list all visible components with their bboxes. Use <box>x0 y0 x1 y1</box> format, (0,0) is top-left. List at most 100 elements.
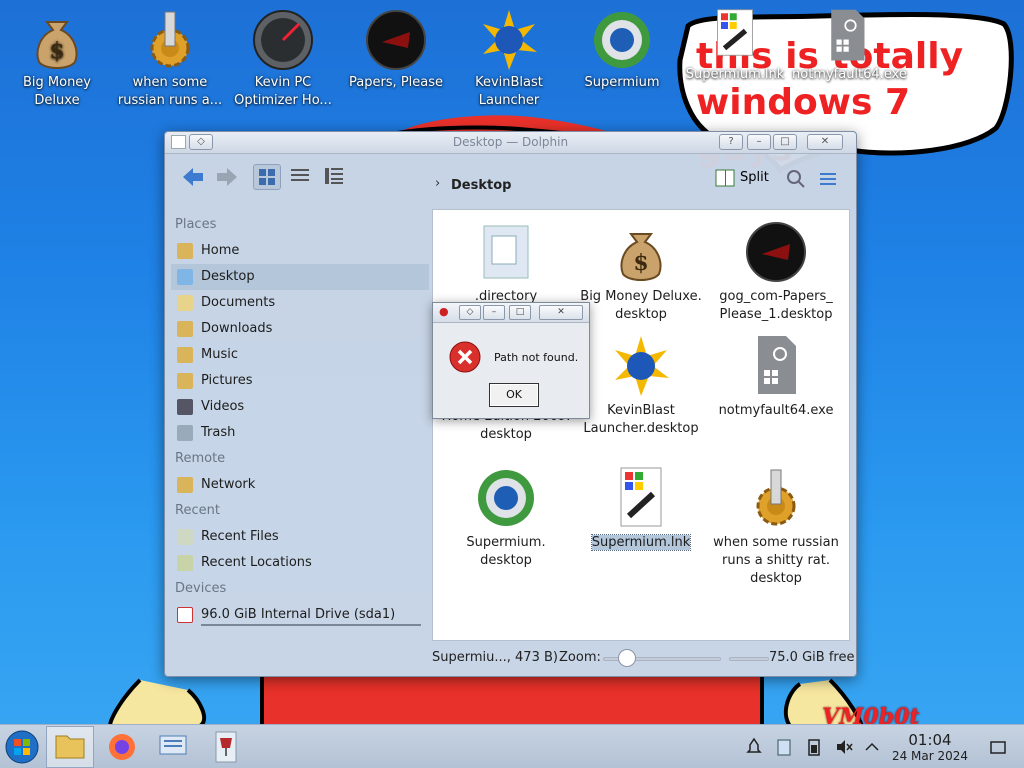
file-label: KevinBlast Launcher.desktop <box>583 403 699 436</box>
dialog-message: Path not found. <box>494 351 579 364</box>
sidebar-item-trash[interactable]: Trash <box>171 420 429 446</box>
sidebar-item-label: Home <box>201 243 240 258</box>
dialog-maximize-button[interactable]: □ <box>509 305 531 320</box>
sidebar-heading: Devices <box>175 581 227 596</box>
shortcut-icon <box>620 467 662 527</box>
forward-button[interactable] <box>213 164 241 190</box>
icons-view-button[interactable] <box>253 164 281 190</box>
desktop-icon-label: notmyfault64.exe <box>792 67 907 82</box>
sidebar-item-pictures[interactable]: Pictures <box>171 368 429 394</box>
desktop-icon-russian-rat[interactable]: when some russian runs a... <box>115 8 225 110</box>
volume-muted-icon[interactable] <box>834 737 854 757</box>
desktop-icon-supermium[interactable]: Supermium <box>567 8 677 92</box>
desktop-icon-label: Kevin PC Optimizer Ho... <box>234 75 332 108</box>
sidebar-item-documents[interactable]: Documents <box>171 290 429 316</box>
back-arrow-icon <box>183 168 203 186</box>
gear-icon <box>756 469 796 526</box>
papers-please-icon <box>746 222 806 282</box>
recent-locations-icon <box>177 555 193 571</box>
sidebar-item-desktop[interactable]: Desktop <box>171 264 429 290</box>
split-label: Split <box>740 170 769 185</box>
sidebar-item-label: Trash <box>201 425 236 440</box>
file-view[interactable]: .directory $ Big Money Deluxe. desktop g… <box>432 209 850 641</box>
forward-arrow-icon <box>217 168 237 186</box>
sidebar-item-recent-files[interactable]: Recent Files <box>171 524 429 550</box>
notifications-icon[interactable] <box>744 737 764 757</box>
file-label: gog_com-Papers_ Please_1.desktop <box>719 289 833 322</box>
taskbar-wine[interactable] <box>202 726 250 768</box>
sidebar-item-label: 96.0 GiB Internal Drive (sda1) <box>201 607 396 622</box>
taskbar-firefox[interactable] <box>98 726 146 768</box>
dialog-pin-button[interactable]: ◇ <box>459 305 481 320</box>
desktop-icon-kevin-optimizer[interactable]: Kevin PC Optimizer Ho... <box>228 8 338 110</box>
selection-info: Supermiu..., 473 B) <box>432 650 558 665</box>
file-label: notmyfault64.exe <box>718 403 834 418</box>
search-button[interactable] <box>785 168 807 190</box>
sidebar-item-home[interactable]: Home <box>171 238 429 264</box>
breadcrumb[interactable]: Desktop <box>451 178 511 193</box>
help-button[interactable]: ? <box>719 134 743 150</box>
sidebar-item-videos[interactable]: Videos <box>171 394 429 420</box>
sidebar-item-music[interactable]: Music <box>171 342 429 368</box>
split-button[interactable]: Split <box>715 166 773 190</box>
sidebar-item-network[interactable]: Network <box>171 472 429 498</box>
error-dialog: ● ◇ – □ ✕ Path not found. OK <box>432 302 590 419</box>
back-button[interactable] <box>179 164 207 190</box>
details-view-button[interactable] <box>321 164 349 190</box>
trash-icon <box>177 425 193 441</box>
menu-button[interactable] <box>817 168 839 190</box>
dialog-minimize-button[interactable]: – <box>483 305 505 320</box>
clipboard-icon[interactable] <box>774 737 794 757</box>
start-button[interactable] <box>0 726 48 768</box>
file-item[interactable]: KevinBlast Launcher.desktop <box>576 334 706 438</box>
file-item[interactable]: when some russian runs a shitty rat. des… <box>711 466 841 588</box>
grid-view-icon <box>259 169 275 185</box>
desktop-icon-notmyfault[interactable]: notmyfault64.exe <box>792 8 907 84</box>
sidebar-item-drive[interactable]: 96.0 GiB Internal Drive (sda1) <box>171 602 429 628</box>
desktop-icon-supermium-lnk[interactable]: Supermium.lnk <box>680 8 790 84</box>
desktop-icon-kevinblast[interactable]: KevinBlast Launcher <box>454 8 564 110</box>
dialog-close-button[interactable]: ✕ <box>539 305 583 320</box>
file-item[interactable]: .directory <box>441 220 571 306</box>
status-bar: Supermiu..., 473 B) Zoom: 75.0 GiB free <box>165 640 856 676</box>
supermium-icon <box>594 12 650 68</box>
file-item[interactable]: notmyfault64.exe <box>711 334 841 420</box>
close-button[interactable]: ✕ <box>807 134 843 150</box>
file-item-selected[interactable]: Supermium.lnk <box>576 466 706 552</box>
sidebar-item-downloads[interactable]: Downloads <box>171 316 429 342</box>
desktop-icon-label: Big Money Deluxe <box>22 75 91 108</box>
dialog-titlebar[interactable]: ● ◇ – □ ✕ <box>433 303 589 323</box>
file-label: Big Money Deluxe. desktop <box>580 289 702 322</box>
videos-folder-icon <box>177 399 193 415</box>
file-item[interactable]: gog_com-Papers_ Please_1.desktop <box>711 220 841 324</box>
home-folder-icon <box>177 243 193 259</box>
file-item[interactable]: Supermium. desktop <box>441 466 571 570</box>
sidebar-item-recent-locations[interactable]: Recent Locations <box>171 550 429 576</box>
toolbar: › Desktop Split <box>165 154 856 200</box>
zoom-slider-handle[interactable] <box>617 649 636 667</box>
clock-date: 24 Mar 2024 <box>891 749 969 763</box>
compact-view-button[interactable] <box>287 164 315 190</box>
ok-button[interactable]: OK <box>489 383 539 407</box>
battery-icon[interactable] <box>804 737 824 757</box>
clock[interactable]: 01:04 24 Mar 2024 <box>888 731 972 764</box>
minimize-button[interactable]: – <box>747 134 771 150</box>
svg-text:$: $ <box>49 38 64 64</box>
wine-glass-icon <box>215 731 237 763</box>
sidebar-heading: Remote <box>175 451 226 466</box>
desktop-icon <box>177 269 193 285</box>
file-item[interactable]: $ Big Money Deluxe. desktop <box>576 220 706 324</box>
taskbar-network-app[interactable] <box>150 726 198 768</box>
desktop-icon-big-money[interactable]: $ Big Money Deluxe <box>2 8 112 110</box>
window-titlebar[interactable]: ◇ Desktop — Dolphin ? – □ ✕ <box>165 132 856 154</box>
desktop-icon-papers-please[interactable]: Papers, Please <box>341 8 451 92</box>
show-desktop-icon[interactable] <box>988 737 1008 757</box>
maximize-button[interactable]: □ <box>773 134 797 150</box>
papers-please-icon <box>366 10 426 70</box>
sidebar-item-label: Recent Locations <box>201 555 312 570</box>
chevron-up-icon[interactable] <box>862 737 882 757</box>
taskbar-dolphin[interactable] <box>46 726 94 768</box>
places-panel: Places Home Desktop Documents Downloads … <box>171 212 429 628</box>
sidebar-item-label: Music <box>201 347 238 362</box>
taskbar: 01:04 24 Mar 2024 <box>0 724 1024 768</box>
